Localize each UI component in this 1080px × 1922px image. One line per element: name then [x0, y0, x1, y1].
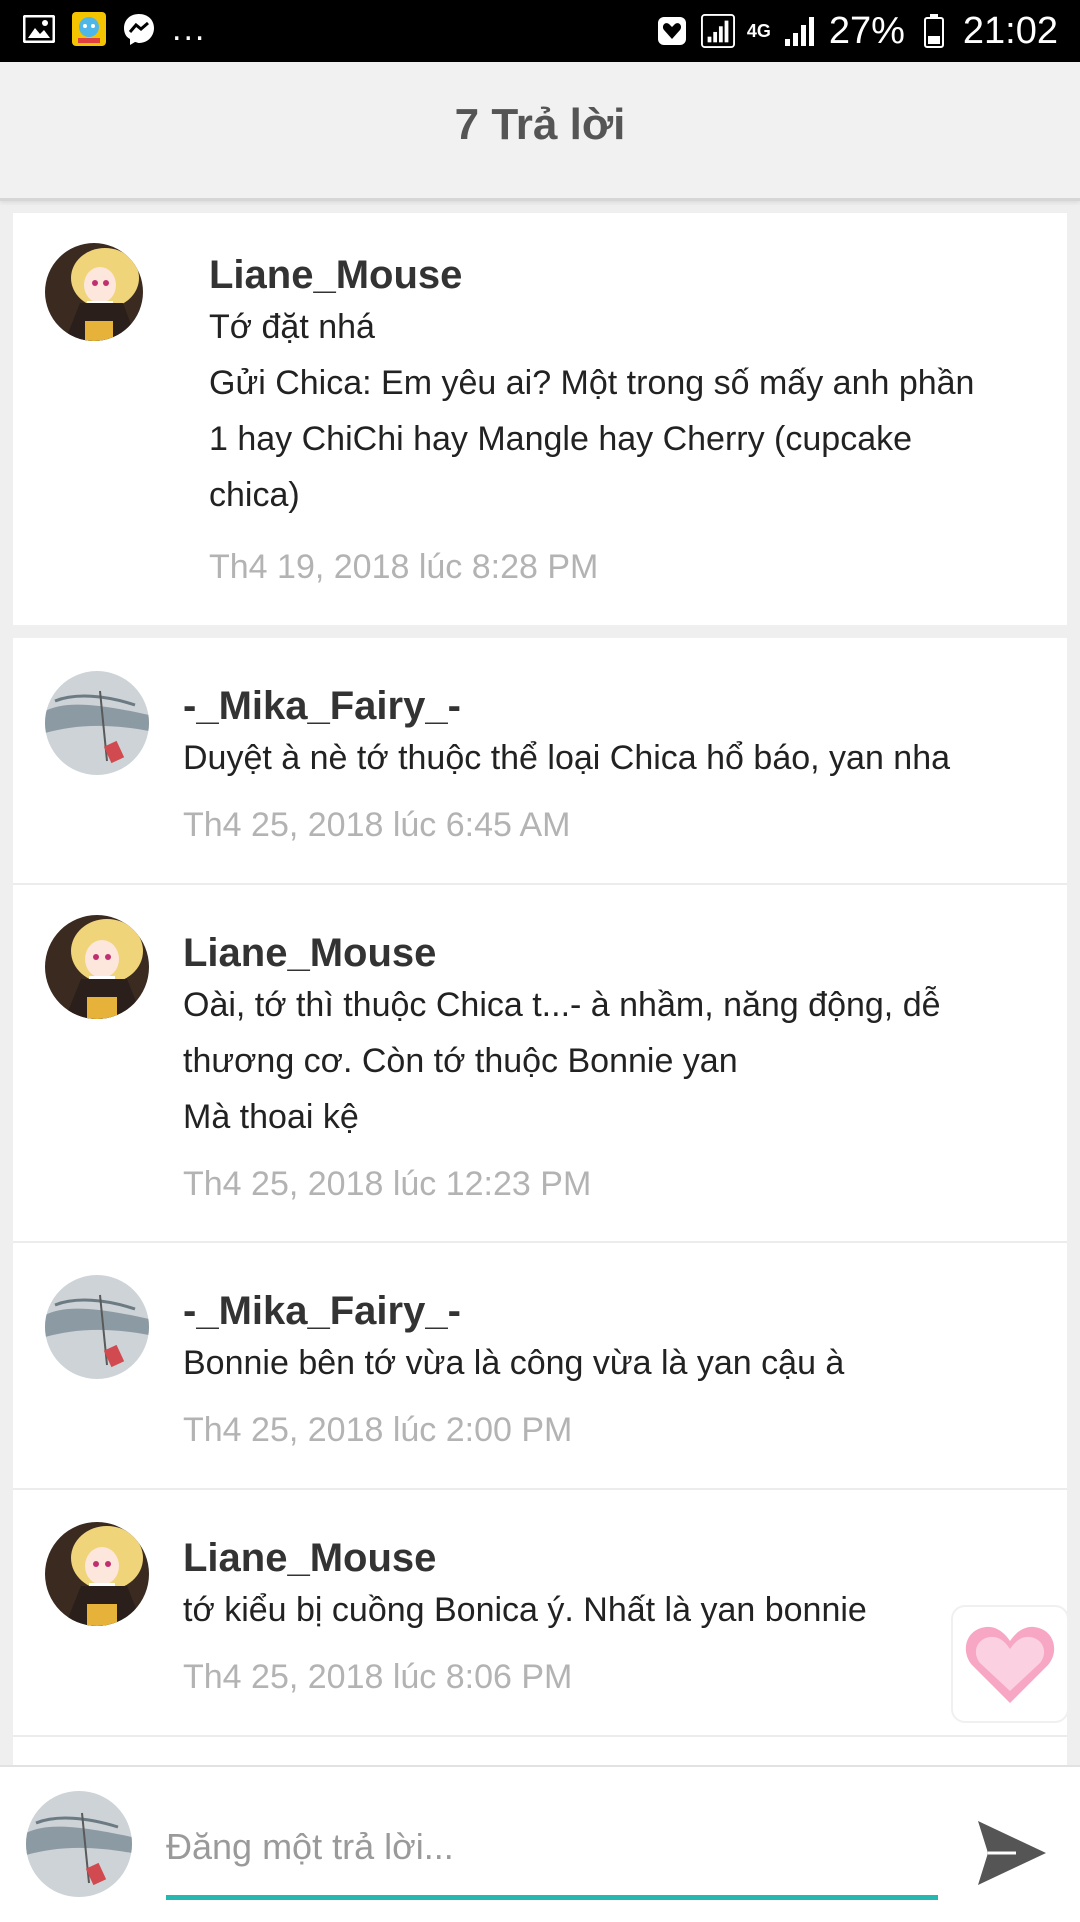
author-name[interactable]: Liane_Mouse: [209, 253, 462, 298]
gallery-icon: [22, 12, 56, 46]
avatar[interactable]: [45, 243, 143, 341]
page-title: 7 Trả lời: [454, 100, 626, 149]
status-bar: ... 4G 27% 21:02: [0, 0, 1080, 62]
avatar: [26, 1791, 132, 1897]
reply-line: thương cơ. Còn tớ thuộc Bonnie yan: [183, 1042, 738, 1080]
post-body: Tớ đặt nhá Gửi Chica: Em yêu ai? Một tro…: [209, 299, 1049, 523]
author-name[interactable]: -_Mika_Fairy_-: [183, 684, 461, 729]
author-name[interactable]: Liane_Mouse: [183, 931, 436, 976]
reply-timestamp: Th4 25, 2018 lúc 6:45 AM: [183, 806, 571, 844]
input-underline: [166, 1895, 938, 1900]
reply-line: Bonnie bên tớ vừa là công vừa là yan cậu…: [183, 1344, 845, 1382]
battery-percent: 27%: [828, 10, 905, 52]
app-notification-icon: [72, 12, 106, 46]
reply-item: Liane_Mouse Oài, tớ thì thuộc Chica t...…: [13, 885, 1067, 1243]
reply-item: -_Mika_Fairy_- Duyệt à nè tớ thuộc thể l…: [13, 638, 1067, 885]
reply-body: tớ kiểu bị cuồng Bonica ý. Nhất là yan b…: [183, 1582, 1043, 1638]
send-icon: [978, 1821, 1046, 1885]
send-button[interactable]: [972, 1813, 1052, 1893]
reply-line: tớ kiểu bị cuồng Bonica ý. Nhất là yan b…: [183, 1591, 867, 1629]
avatar[interactable]: [45, 1522, 149, 1626]
reply-body: Oài, tớ thì thuộc Chica t...- à nhầm, nă…: [183, 977, 1043, 1145]
battery-icon: [917, 14, 951, 48]
network-type: 4G: [746, 21, 771, 41]
replies-list: -_Mika_Fairy_- Duyệt à nè tớ thuộc thể l…: [13, 638, 1067, 1765]
notification-icons: ...: [22, 12, 206, 46]
reply-item: -_Mika_Fairy_- Bonnie bên tớ vừa là công…: [13, 1243, 1067, 1490]
reply-timestamp: Th4 25, 2018 lúc 8:06 PM: [183, 1658, 573, 1696]
reply-line: Oài, tớ thì thuộc Chica t...- à nhầm, nă…: [183, 986, 941, 1024]
reply-timestamp: Th4 25, 2018 lúc 2:00 PM: [183, 1411, 573, 1449]
post-line: Gửi Chica: Em yêu ai? Một trong số mấy a…: [209, 364, 975, 402]
signal-strength-icon: [783, 14, 817, 48]
heart-icon: [965, 1626, 1055, 1703]
author-name[interactable]: -_Mika_Fairy_-: [183, 1289, 461, 1334]
reply-line: Mà thoai kệ: [183, 1098, 359, 1136]
reply-input[interactable]: [166, 1817, 938, 1877]
post-timestamp: Th4 19, 2018 lúc 8:28 PM: [209, 548, 599, 586]
avatar[interactable]: [45, 671, 149, 775]
reply-item: Liane_Mouse tớ kiểu bị cuồng Bonica ý. N…: [13, 1490, 1067, 1737]
reply-line: Duyệt à nè tớ thuộc thể loại Chica hổ bá…: [183, 739, 951, 777]
signal-icon: [700, 14, 735, 48]
reply-timestamp: Th4 25, 2018 lúc 12:23 PM: [183, 1165, 592, 1203]
more-notifications: ...: [172, 10, 207, 48]
avatar[interactable]: [45, 1275, 149, 1379]
post-line: chica): [209, 476, 300, 514]
clock: 21:02: [962, 10, 1058, 52]
reply-body: Duyệt à nè tớ thuộc thể loại Chica hổ bá…: [183, 730, 1043, 786]
heart-box-icon: [655, 14, 689, 48]
system-icons: 4G 27% 21:02: [655, 10, 1058, 52]
original-post: Liane_Mouse Tớ đặt nhá Gửi Chica: Em yêu…: [13, 213, 1067, 625]
avatar[interactable]: [45, 915, 149, 1019]
reply-composer: [0, 1765, 1080, 1922]
app-header: 7 Trả lời: [0, 62, 1080, 201]
like-button[interactable]: [951, 1605, 1069, 1723]
author-name[interactable]: Liane_Mouse: [183, 1536, 436, 1581]
messenger-icon: [122, 12, 156, 46]
post-line: Tớ đặt nhá: [209, 308, 375, 346]
reply-body: Bonnie bên tớ vừa là công vừa là yan cậu…: [183, 1335, 1043, 1391]
post-line: 1 hay ChiChi hay Mangle hay Cherry (cupc…: [209, 420, 913, 458]
